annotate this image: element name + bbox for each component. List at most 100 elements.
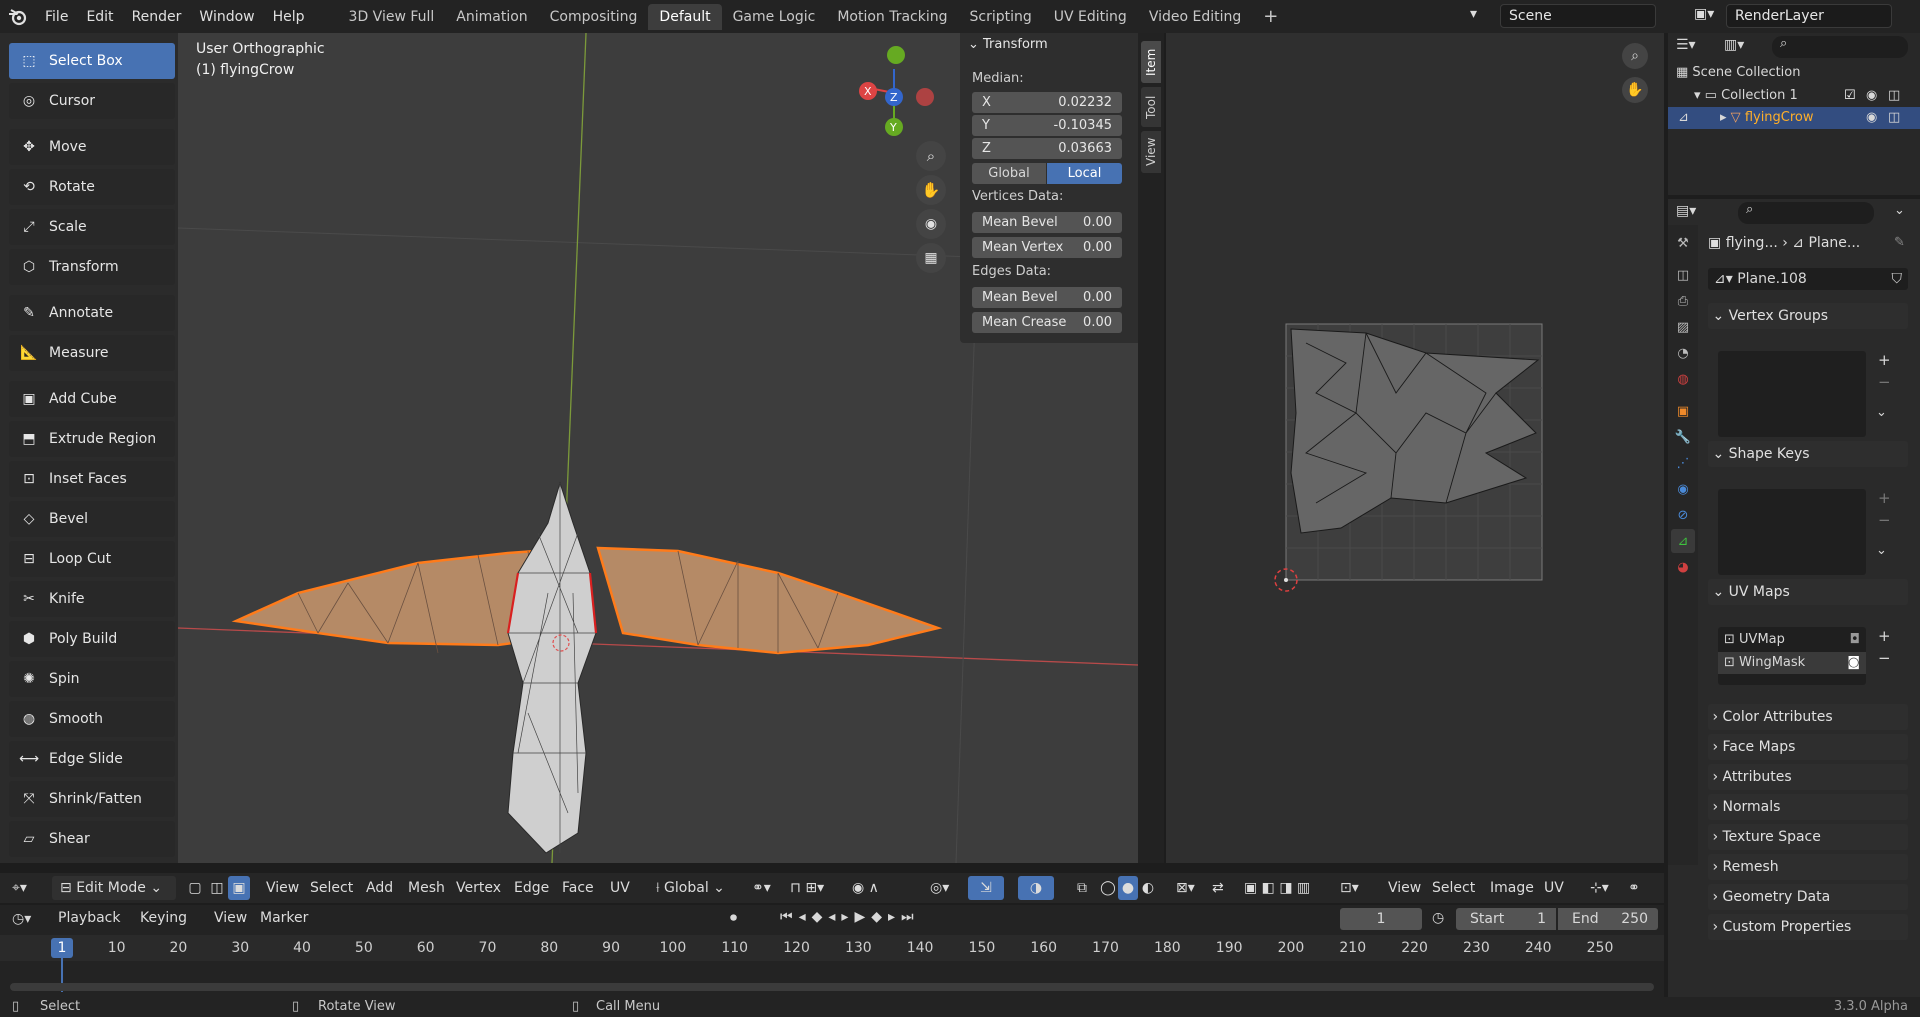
vertex-groups-add-icon[interactable]: +	[1878, 351, 1891, 369]
mean-vertex-field[interactable]: Mean Vertex 0.00	[972, 237, 1122, 258]
render-layer-field[interactable]: RenderLayer	[1726, 4, 1892, 28]
shape-keys-add-icon[interactable]: +	[1878, 489, 1891, 507]
properties-editor-type-icon[interactable]: ▤▾	[1676, 203, 1696, 219]
tool-spin[interactable]: ✺ Spin	[9, 661, 175, 697]
tool-annotate[interactable]: ✎ Annotate	[9, 295, 175, 331]
overlay-toggle-icon[interactable]: ◑	[1018, 876, 1054, 900]
menu-render[interactable]: Render	[123, 5, 191, 29]
current-frame-field[interactable]: 1	[1340, 908, 1422, 930]
menu-vertex[interactable]: Vertex	[456, 876, 501, 900]
uv-menu-uv[interactable]: UV	[1544, 876, 1564, 900]
tool-inset-faces[interactable]: ⊡ Inset Faces	[9, 461, 175, 497]
panel-normals[interactable]: › Normals	[1708, 794, 1908, 820]
tab-3d-view-full[interactable]: 3D View Full	[338, 4, 446, 30]
outliner-editor-type-icon[interactable]: ☰▾	[1676, 37, 1696, 53]
blender-logo-icon[interactable]	[0, 0, 36, 33]
shading-solid-icon[interactable]: ●	[1118, 876, 1138, 900]
start-frame-field[interactable]: Start 1	[1456, 908, 1556, 930]
pin-icon[interactable]: ✎	[1894, 235, 1905, 250]
tab-video-editing[interactable]: Video Editing	[1138, 4, 1252, 30]
uv-zoom-icon[interactable]: ⌕	[1622, 43, 1648, 69]
tab-motion-tracking[interactable]: Motion Tracking	[826, 4, 958, 30]
panel-remesh[interactable]: › Remesh	[1708, 854, 1908, 880]
scene-selector-icon[interactable]: ▾	[1470, 6, 1498, 28]
collection-checkbox-icon[interactable]: ☑	[1844, 85, 1856, 107]
timeline-editor-type-icon[interactable]: ◷▾	[12, 911, 31, 927]
timeline-menu-view[interactable]: View	[214, 906, 247, 930]
add-workspace-icon[interactable]: +	[1252, 4, 1289, 30]
panel-geometry-data[interactable]: › Geometry Data	[1708, 884, 1908, 910]
menu-select[interactable]: Select	[310, 876, 353, 900]
tool-shrink-fatten[interactable]: ⤧ Shrink/Fatten	[9, 781, 175, 817]
median-y-field[interactable]: Y -0.10345	[972, 115, 1122, 136]
output-tab-icon[interactable]: ⎙	[1671, 289, 1695, 313]
tool-edge-slide[interactable]: ⟷ Edge Slide	[9, 741, 175, 777]
local-toggle[interactable]: Local	[1047, 163, 1122, 184]
navigation-gizmo[interactable]: X Z Y	[846, 41, 946, 141]
object-visibility-icon[interactable]: ◉	[1866, 107, 1877, 129]
scene-collection-row[interactable]: ▦ Scene Collection	[1676, 62, 1916, 84]
tab-scripting[interactable]: Scripting	[959, 4, 1043, 30]
tab-item[interactable]: Item	[1141, 41, 1161, 83]
panel-vertex-groups[interactable]: ⌄ Vertex Groups	[1708, 303, 1908, 329]
menu-face[interactable]: Face	[562, 876, 594, 900]
face-select-mode-icon[interactable]: ▣	[228, 876, 250, 900]
uv-map-item-wingmask[interactable]: ⊡ WingMask ◙	[1718, 652, 1866, 674]
uv-maps-add-icon[interactable]: +	[1878, 627, 1891, 645]
tab-game-logic[interactable]: Game Logic	[722, 4, 827, 30]
tool-poly-build[interactable]: ⬢ Poly Build	[9, 621, 175, 657]
object-render-icon[interactable]: ◫	[1888, 107, 1900, 129]
tool-loop-cut[interactable]: ⊟ Loop Cut	[9, 541, 175, 577]
mean-bevel-vertex-field[interactable]: Mean Bevel 0.00	[972, 212, 1122, 233]
snap-icon[interactable]: ⊓ ⊞▾	[790, 876, 840, 900]
tool-measure[interactable]: 📐 Measure	[9, 335, 175, 371]
constraints-tab-icon[interactable]: ⊘	[1671, 503, 1695, 527]
preview-range-icon[interactable]: ◷	[1432, 910, 1444, 926]
tab-view[interactable]: View	[1141, 131, 1161, 173]
menu-add[interactable]: Add	[366, 876, 393, 900]
median-x-field[interactable]: X 0.02232	[972, 92, 1122, 113]
vertex-groups-remove-icon[interactable]: −	[1878, 373, 1891, 391]
uv-proportional-icon[interactable]: ⚭	[1628, 876, 1652, 900]
vertex-groups-menu-icon[interactable]: ⌄	[1876, 405, 1887, 420]
shape-keys-remove-icon[interactable]: −	[1878, 511, 1891, 529]
tool-add-cube[interactable]: ▣ Add Cube	[9, 381, 175, 417]
global-toggle[interactable]: Global	[972, 163, 1046, 184]
particles-tab-icon[interactable]: ⋰	[1671, 451, 1695, 475]
edge-select-mode-icon[interactable]: ◫	[206, 876, 228, 900]
tool-transform[interactable]: ⬡ Transform	[9, 249, 175, 285]
view-layer-tab-icon[interactable]: ▨	[1671, 315, 1695, 339]
vertex-groups-list[interactable]	[1718, 351, 1866, 437]
tab-animation[interactable]: Animation	[445, 4, 538, 30]
menu-help[interactable]: Help	[264, 5, 314, 29]
material-tab-icon[interactable]: ◕	[1671, 555, 1695, 579]
uv-editor-type-icon[interactable]: ⊠▾	[1176, 876, 1206, 900]
menu-window[interactable]: Window	[190, 5, 263, 29]
uv-menu-image[interactable]: Image	[1490, 876, 1534, 900]
panel-color-attributes[interactable]: › Color Attributes	[1708, 704, 1908, 730]
tool-move[interactable]: ✥ Move	[9, 129, 175, 165]
panel-uv-maps[interactable]: ⌄ UV Maps	[1708, 579, 1908, 605]
xray-toggle-icon[interactable]: ⧉	[1070, 876, 1094, 900]
timeline-playhead[interactable]: 1	[51, 938, 73, 958]
uv-pan-hand-icon[interactable]: ✋	[1622, 77, 1648, 103]
mean-crease-field[interactable]: Mean Crease 0.00	[972, 312, 1122, 333]
uv-menu-select[interactable]: Select	[1432, 876, 1475, 900]
render-layer-icon[interactable]: ▣▾	[1694, 6, 1722, 28]
world-tab-icon[interactable]: ◍	[1671, 367, 1695, 391]
outliner-filter-icon[interactable]: ▥▾	[1724, 37, 1744, 53]
pivot-icon[interactable]: ⚭▾	[752, 876, 782, 900]
panel-custom-properties[interactable]: › Custom Properties	[1708, 914, 1908, 940]
shape-keys-menu-icon[interactable]: ⌄	[1876, 543, 1887, 558]
uv-sticky-select-icon[interactable]: ⊡▾	[1340, 876, 1370, 900]
wingmask-camera-icon[interactable]: ◙	[1847, 652, 1860, 674]
median-z-field[interactable]: Z 0.03663	[972, 138, 1122, 159]
tool-shear[interactable]: ▱ Shear	[9, 821, 175, 857]
timeline-menu-keying[interactable]: Keying	[140, 906, 187, 930]
visibility-icon[interactable]: ◎▾	[930, 876, 958, 900]
fake-user-icon[interactable]: ⛉	[1892, 268, 1903, 290]
uv-map-item-uvmap[interactable]: ⊡ UVMap ◘	[1718, 629, 1866, 651]
tab-default[interactable]: Default	[648, 3, 722, 30]
collection-row[interactable]: ▾ ▭ Collection 1 ☑ ◉ ◫	[1694, 85, 1916, 107]
tool-cursor[interactable]: ◎ Cursor	[9, 83, 175, 119]
